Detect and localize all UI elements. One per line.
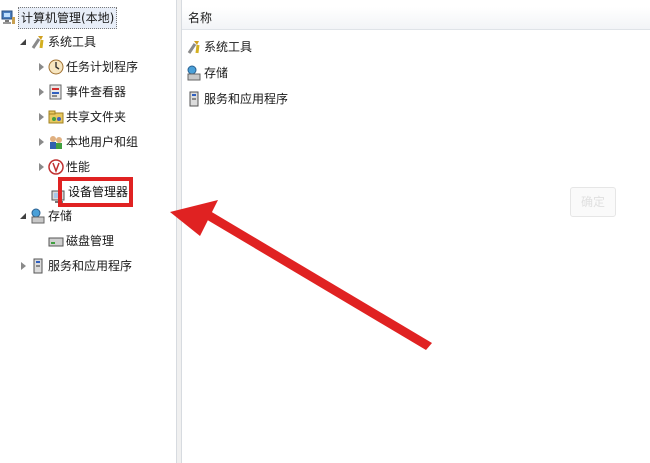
annotation-arrow [170, 200, 432, 350]
arrow-shaft [199, 208, 432, 350]
